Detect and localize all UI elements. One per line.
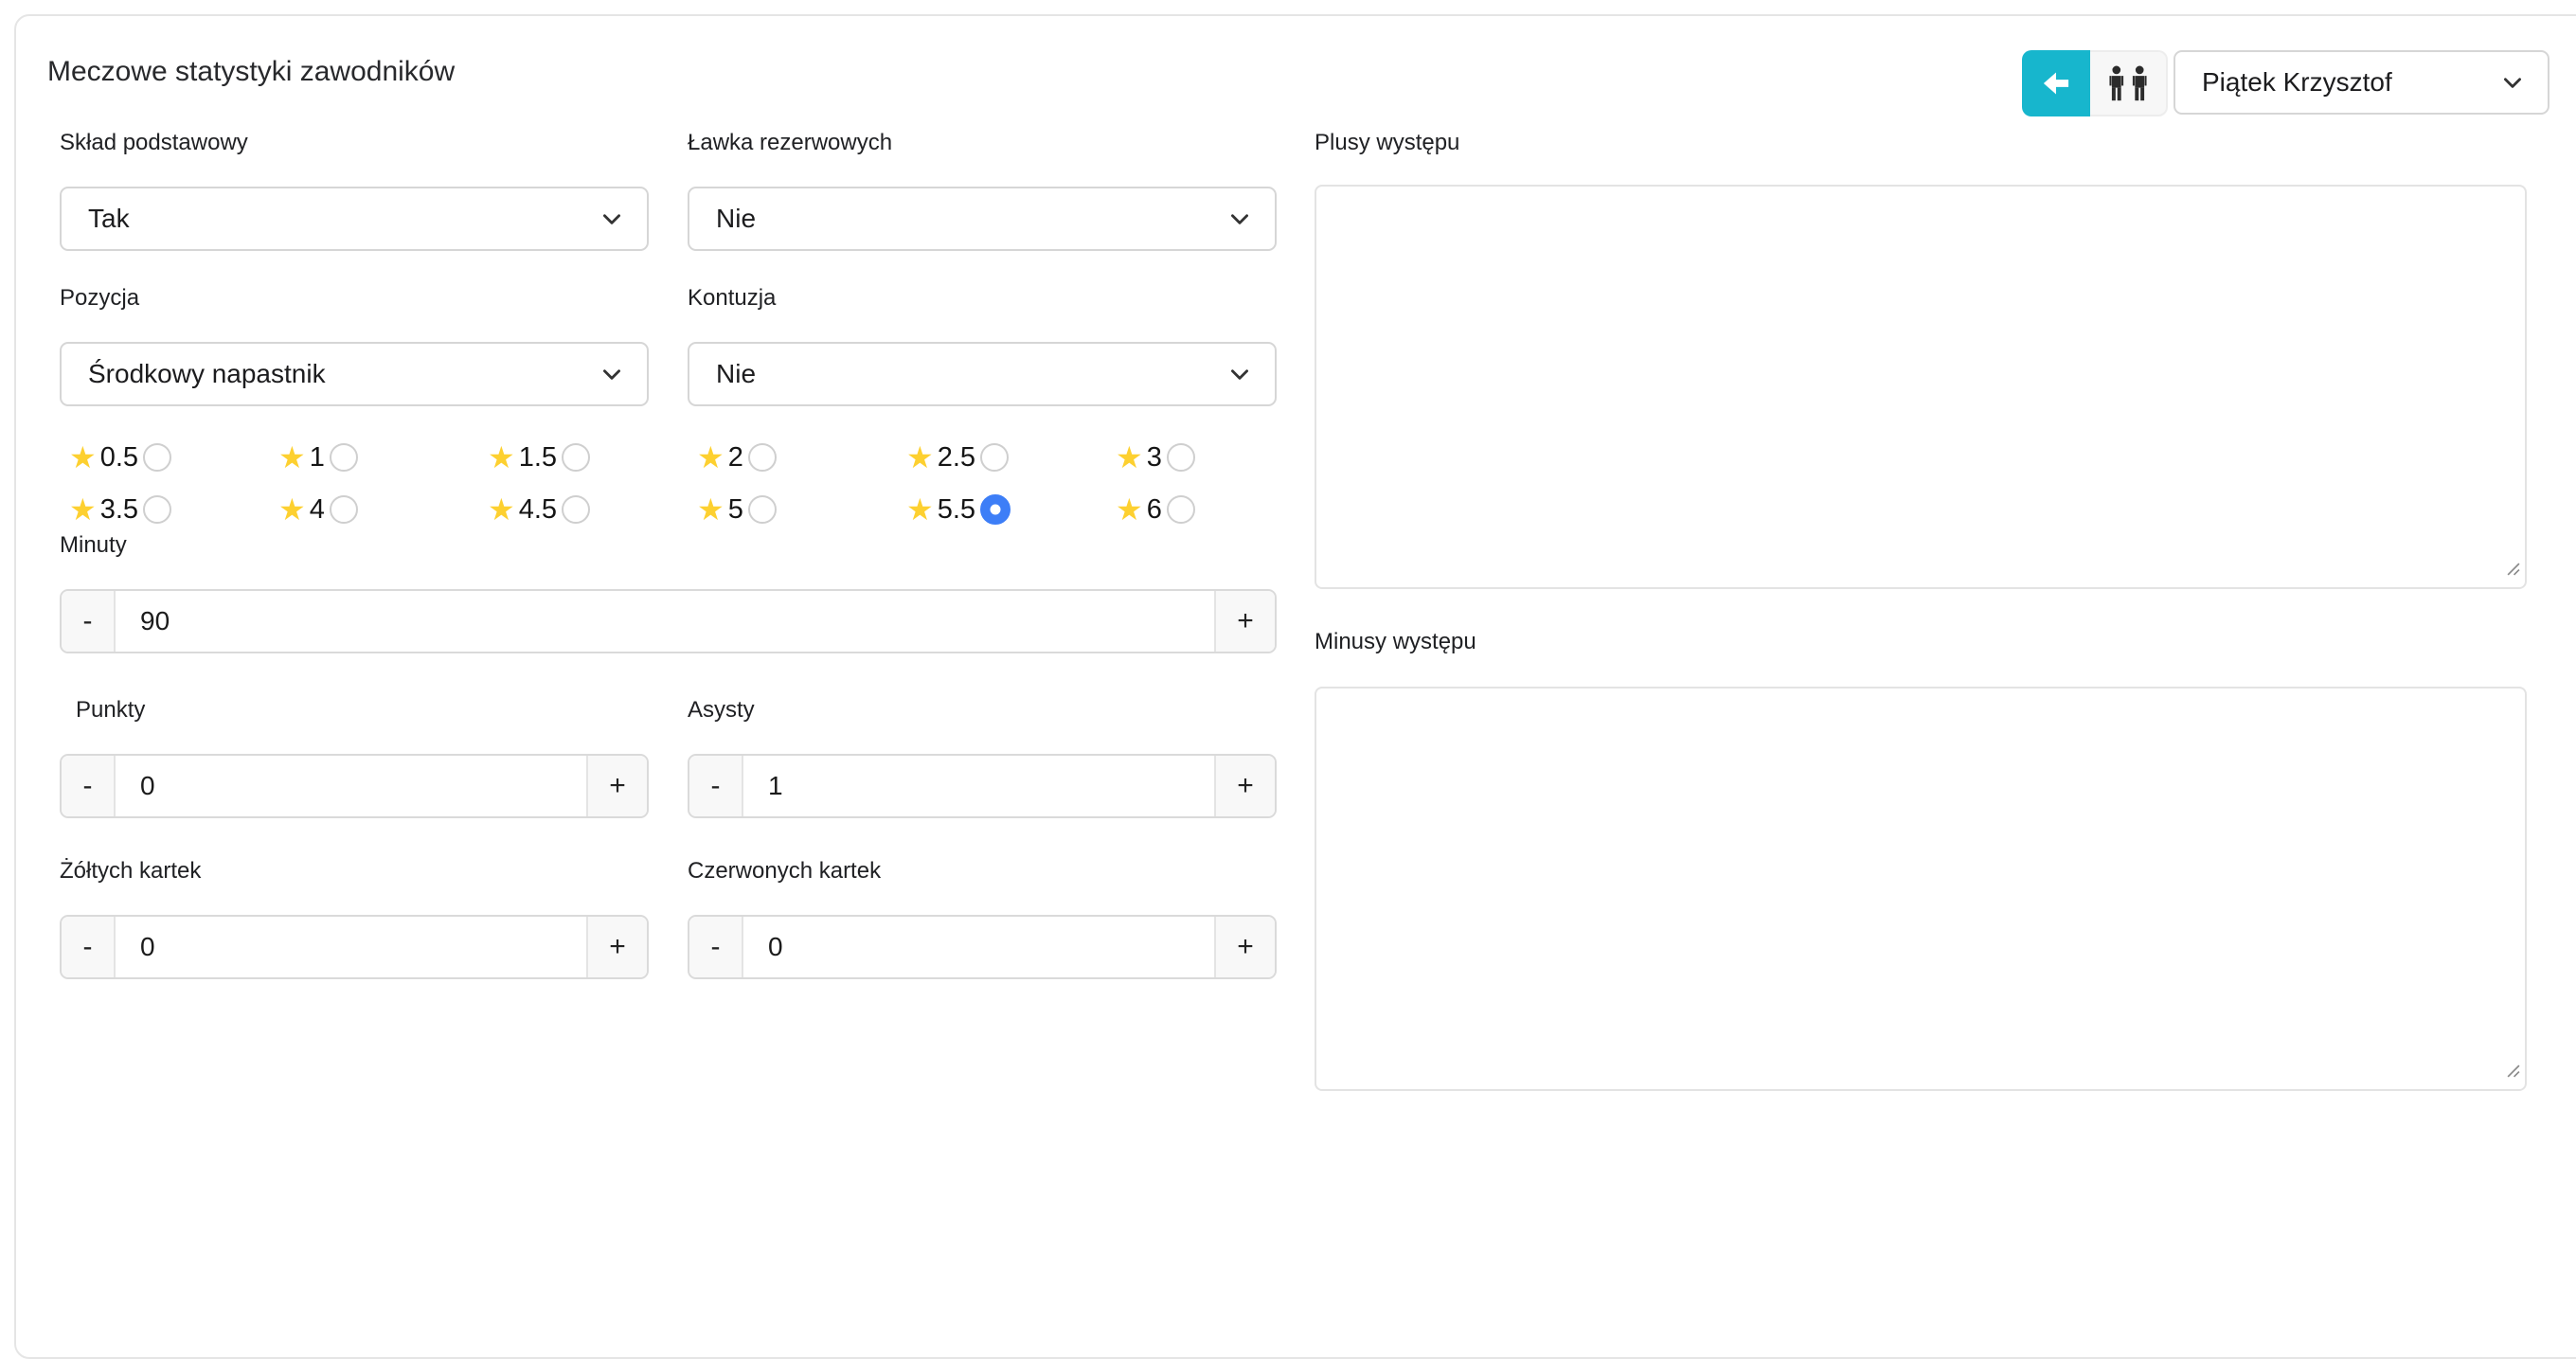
decrement-button[interactable]: -: [689, 917, 742, 977]
czerwonych-stepper: - +: [688, 915, 1277, 979]
rating-radio[interactable]: [980, 443, 1009, 472]
people-icon: [2105, 65, 2151, 101]
page-title: Meczowe statystyki zawodników: [47, 56, 455, 88]
rating-radio[interactable]: [330, 443, 358, 472]
rating-radio[interactable]: [562, 495, 590, 524]
rating-option[interactable]: ★3.5: [56, 492, 265, 527]
increment-button[interactable]: +: [588, 917, 647, 977]
rating-option[interactable]: ★1: [265, 440, 474, 474]
rating-radio[interactable]: [748, 443, 777, 472]
rating-option[interactable]: ★5.5: [893, 492, 1102, 527]
star-icon: ★: [488, 442, 515, 473]
rating-option[interactable]: ★5: [684, 492, 893, 527]
star-icon: ★: [906, 494, 934, 525]
rating-option[interactable]: ★2: [684, 440, 893, 474]
star-icon: ★: [1116, 442, 1143, 473]
lawka-select-value: Nie: [716, 204, 756, 234]
rating-radio[interactable]: [143, 443, 171, 472]
lawka-select[interactable]: Nie: [688, 187, 1277, 251]
zoltych-stepper: - +: [60, 915, 649, 979]
increment-button[interactable]: +: [1216, 917, 1275, 977]
rating-radio[interactable]: [1167, 443, 1195, 472]
czerwonych-label: Czerwonych kartek: [688, 858, 1277, 885]
rating-option[interactable]: ★6: [1102, 492, 1312, 527]
minusy-textarea[interactable]: [1315, 687, 2527, 1091]
asysty-stepper: - +: [688, 754, 1277, 818]
star-icon: ★: [278, 442, 306, 473]
player-select-value: Piątek Krzysztof: [2202, 67, 2392, 98]
minuty-label: Minuty: [60, 532, 1277, 559]
rating-radio[interactable]: [748, 495, 777, 524]
kontuzja-label: Kontuzja: [688, 285, 1277, 312]
zoltych-label: Żółtych kartek: [60, 858, 649, 885]
rating-option[interactable]: ★1.5: [474, 440, 684, 474]
sklad-select-value: Tak: [88, 204, 130, 234]
decrement-button[interactable]: -: [62, 756, 114, 816]
minuty-stepper: - +: [60, 589, 1277, 653]
pozycja-label: Pozycja: [60, 285, 649, 312]
chevron-down-icon: [599, 206, 624, 231]
punkty-input[interactable]: [114, 756, 588, 816]
rating-option[interactable]: ★2.5: [893, 440, 1102, 474]
rating-radio[interactable]: [330, 495, 358, 524]
czerwonych-input[interactable]: [742, 917, 1216, 977]
lawka-label: Ławka rezerwowych: [688, 130, 1277, 156]
form-right-column: Plusy występu Minusy występu: [1315, 130, 2527, 1091]
chevron-down-icon: [2500, 70, 2525, 95]
increment-button[interactable]: +: [1216, 591, 1275, 652]
rating-radio[interactable]: [1167, 495, 1195, 524]
chevron-down-icon: [1227, 362, 1252, 386]
minuty-input[interactable]: [114, 591, 1216, 652]
increment-button[interactable]: +: [1216, 756, 1275, 816]
back-button[interactable]: [2022, 50, 2090, 116]
rating-radio[interactable]: [562, 443, 590, 472]
rating-option[interactable]: ★0.5: [56, 440, 265, 474]
arrow-left-icon: [2039, 66, 2073, 100]
plusy-textarea[interactable]: [1315, 185, 2527, 589]
minusy-label: Minusy występu: [1315, 629, 2527, 655]
asysty-label: Asysty: [688, 697, 1277, 724]
decrement-button[interactable]: -: [62, 591, 114, 652]
decrement-button[interactable]: -: [62, 917, 114, 977]
star-icon: ★: [906, 442, 934, 473]
rating-option[interactable]: ★3: [1102, 440, 1312, 474]
chevron-down-icon: [599, 362, 624, 386]
players-button[interactable]: [2090, 50, 2168, 116]
sklad-label: Skład podstawowy: [60, 130, 649, 156]
star-icon: ★: [69, 494, 97, 525]
rating-group: ★0.5 ★1 ★1.5 ★2 ★2.5 ★3 ★3.5 ★4 ★4.5 ★5 …: [56, 440, 1277, 527]
star-icon: ★: [697, 442, 724, 473]
rating-radio[interactable]: [980, 494, 1011, 525]
sklad-select[interactable]: Tak: [60, 187, 649, 251]
pozycja-select-value: Środkowy napastnik: [88, 359, 326, 389]
plusy-label: Plusy występu: [1315, 130, 2527, 156]
kontuzja-select[interactable]: Nie: [688, 342, 1277, 406]
chevron-down-icon: [1227, 206, 1252, 231]
rating-option[interactable]: ★4.5: [474, 492, 684, 527]
star-icon: ★: [697, 494, 724, 525]
rating-radio[interactable]: [143, 495, 171, 524]
form-area: Skład podstawowy Tak Ławka rezerwowych N…: [60, 130, 2527, 1091]
main-card: Meczowe statystyki zawodników: [14, 14, 2576, 1359]
pozycja-select[interactable]: Środkowy napastnik: [60, 342, 649, 406]
star-icon: ★: [488, 494, 515, 525]
star-icon: ★: [1116, 494, 1143, 525]
zoltych-input[interactable]: [114, 917, 588, 977]
punkty-stepper: - +: [60, 754, 649, 818]
rating-option[interactable]: ★4: [265, 492, 474, 527]
punkty-label: Punkty: [76, 697, 649, 724]
asysty-input[interactable]: [742, 756, 1216, 816]
star-icon: ★: [278, 494, 306, 525]
decrement-button[interactable]: -: [689, 756, 742, 816]
star-icon: ★: [69, 442, 97, 473]
header-controls: Piątek Krzysztof: [2022, 50, 2549, 116]
player-select[interactable]: Piątek Krzysztof: [2174, 50, 2549, 115]
kontuzja-select-value: Nie: [716, 359, 756, 389]
increment-button[interactable]: +: [588, 756, 647, 816]
form-left-column: Skład podstawowy Tak Ławka rezerwowych N…: [60, 130, 1277, 1091]
